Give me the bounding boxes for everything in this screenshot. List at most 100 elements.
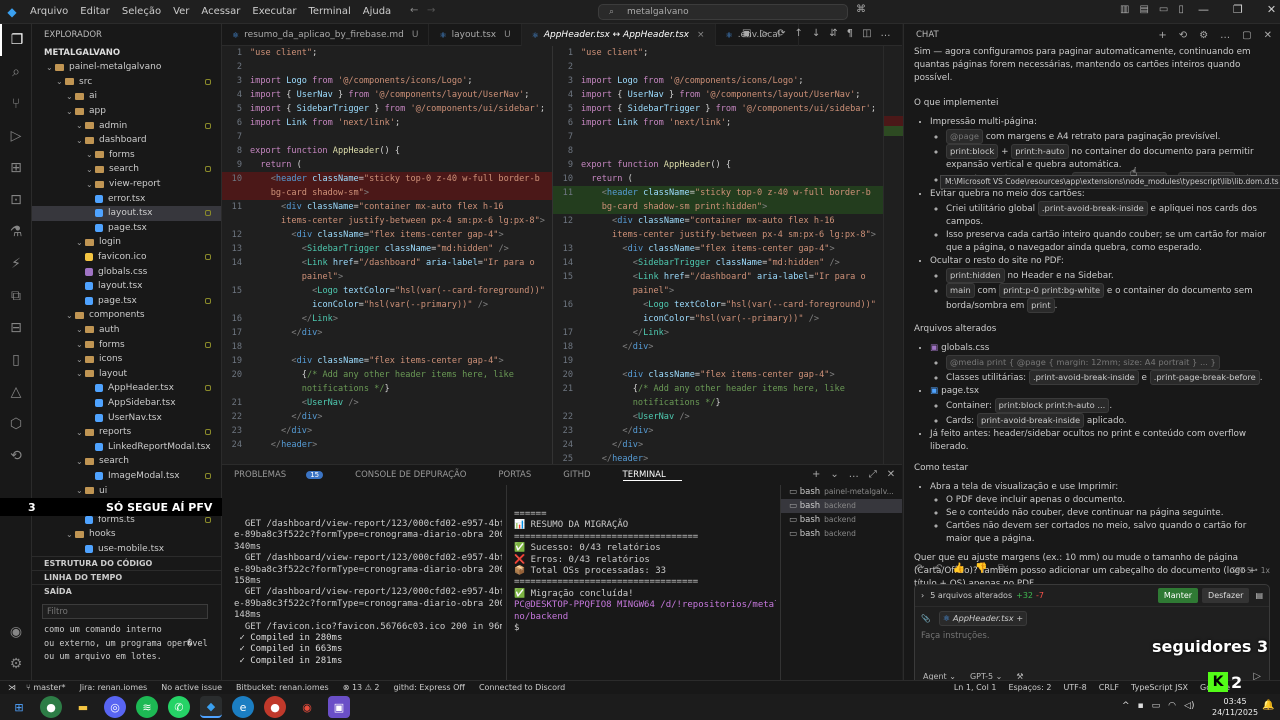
tree-file[interactable]: UserNav.tsx <box>32 410 221 425</box>
tree-folder[interactable]: ⌄ admin <box>32 118 221 133</box>
tree-folder[interactable]: ⌄ reports <box>32 425 221 440</box>
editor-tab[interactable]: ⚛ AppHeader.tsx ↔ AppHeader.tsx × <box>521 24 716 46</box>
tree-folder[interactable]: ⌄ app <box>32 104 221 119</box>
clock[interactable]: 03:45 24/11/2025 <box>1212 696 1258 718</box>
minimize-icon[interactable]: — <box>1198 3 1209 16</box>
chrome-2-icon[interactable]: ● <box>264 696 286 718</box>
windows-start-icon[interactable]: ⊞ <box>8 696 30 718</box>
remote-icon[interactable]: ⊡ <box>0 184 32 216</box>
undo-icon[interactable]: ↶ <box>934 562 942 575</box>
tree-folder[interactable]: ⌄ search <box>32 454 221 469</box>
extensions-icon[interactable]: ⊞ <box>0 152 32 184</box>
expand-chevron-icon[interactable]: › <box>921 589 924 602</box>
spotify-icon[interactable]: ≋ <box>136 696 158 718</box>
layout-sidebar-icon[interactable]: ▥ <box>1120 4 1129 15</box>
gitlens-icon[interactable]: ⬡ <box>0 408 32 440</box>
tree-file[interactable]: use-mobile.tsx <box>32 542 221 557</box>
timeline-icon[interactable]: ⟳ <box>777 28 785 39</box>
panel-tab[interactable]: GITHD <box>563 470 606 480</box>
close-window-icon[interactable]: ✕ <box>1267 3 1276 16</box>
panel-tab[interactable]: PORTAS <box>498 470 547 480</box>
menu-item[interactable]: Ver <box>173 6 189 17</box>
diff-modified-pane[interactable]: 1 "use client"; 2 3 import Logo from '@/comp… <box>553 46 883 464</box>
next-change-icon[interactable]: ↓ <box>812 28 820 39</box>
whatsapp-icon[interactable]: ✆ <box>168 696 190 718</box>
bitbucket[interactable]: Bitbucket: renan.iomes <box>236 683 329 692</box>
tree-folder[interactable]: ⌄ ai <box>32 89 221 104</box>
editor-tab[interactable]: ⚛ layout.tsx U <box>429 24 522 46</box>
menu-item[interactable]: Executar <box>252 6 296 17</box>
output-filter-input[interactable] <box>43 605 207 618</box>
menu-item[interactable]: Acessar <box>201 6 240 17</box>
menu-item[interactable]: Ajuda <box>363 6 391 17</box>
githd[interactable]: githd: Express Off <box>394 683 465 692</box>
issue[interactable]: No active issue <box>161 683 222 692</box>
notification-icon[interactable]: 🔔 <box>1262 700 1274 711</box>
indentation[interactable]: Espaços: 2 <box>1008 683 1051 692</box>
tab-badge[interactable]: U <box>504 30 511 40</box>
tree-file[interactable]: globals.css <box>32 264 221 279</box>
explorer-root[interactable]: METALGALVANO <box>32 46 221 60</box>
open-file-icon[interactable]: ¶ <box>847 28 853 39</box>
close-panel-icon[interactable]: ✕ <box>887 469 895 480</box>
tree-folder[interactable]: ⌄ dashboard <box>32 133 221 148</box>
tree-folder[interactable]: ⌄ painel-metalgalvano <box>32 60 221 75</box>
diff-original-pane[interactable]: 1 "use client"; 2 3 import Logo from '@/comp… <box>222 46 552 464</box>
docker-icon[interactable]: ⧉ <box>0 280 32 312</box>
terminal-instance[interactable]: ▭ bash backend <box>781 513 902 527</box>
tree-file[interactable]: LinkedReportModal.tsx <box>32 439 221 454</box>
retry-icon[interactable]: ⟳ <box>916 562 924 575</box>
source-control-icon[interactable]: ⑂ <box>0 88 32 120</box>
tree-folder[interactable]: ⌄ hooks <box>32 527 221 542</box>
more-icon[interactable]: … <box>1220 29 1230 42</box>
tab-badge[interactable]: × <box>697 30 705 40</box>
manage-gear-icon[interactable]: ⚙ <box>0 648 32 680</box>
terminal-right[interactable]: ====== 📊 RESUMO DA MIGRAÇÃO ==============… <box>514 509 776 681</box>
problems[interactable]: ⊗ 13 ⚠ 2 <box>343 683 380 692</box>
tray-arrow-icon[interactable]: ^ <box>1122 701 1130 711</box>
wifi-icon[interactable]: ◠ <box>1168 701 1176 711</box>
tree-folder[interactable]: ⌄ search <box>32 162 221 177</box>
panel-tab[interactable]: CONSOLE DE DEPURAÇÃO <box>355 470 482 480</box>
run-debug-icon[interactable]: ▷ <box>0 120 32 152</box>
tree-folder[interactable]: ⌄ layout <box>32 366 221 381</box>
encoding[interactable]: UTF-8 <box>1063 683 1086 692</box>
more-icon[interactable]: … <box>849 469 859 480</box>
search-icon[interactable]: ⌕ <box>0 56 32 88</box>
tree-folder[interactable]: ⌄ view-report <box>32 177 221 192</box>
tree-folder[interactable]: ⌄ login <box>32 235 221 250</box>
cursor-position[interactable]: Ln 1, Col 1 <box>954 683 997 692</box>
new-chat-icon[interactable]: + <box>1158 29 1166 42</box>
tree-folder[interactable]: ⌄ auth <box>32 323 221 338</box>
testing-icon[interactable]: ⚗ <box>0 216 32 248</box>
attachment-chip[interactable]: ⚛ AppHeader.tsx + <box>938 611 1028 626</box>
tree-folder[interactable]: ⌄ ui <box>32 483 221 498</box>
tree-file[interactable]: page.tsx <box>32 294 221 309</box>
tree-file[interactable]: favicon.ico <box>32 250 221 265</box>
editor-tab[interactable]: ⚛ resumo_da_aplicao_by_firebase.md U <box>222 24 430 46</box>
tree-file[interactable]: error.tsx <box>32 191 221 206</box>
tree-folder[interactable]: ⌄ src <box>32 75 221 90</box>
tree-folder[interactable]: ⌄ icons <box>32 352 221 367</box>
database-icon[interactable]: ⊟ <box>0 312 32 344</box>
tab-badge[interactable]: U <box>412 30 419 40</box>
layout-aux-icon[interactable]: ▯ <box>1178 4 1184 15</box>
diff-icon[interactable]: ▤ <box>1255 589 1263 602</box>
close-icon[interactable]: ✕ <box>1264 29 1272 42</box>
thumbs-up-icon[interactable]: 👍 <box>953 562 965 575</box>
edge-icon[interactable]: e <box>232 696 254 718</box>
undo-button[interactable]: Desfazer <box>1202 588 1250 603</box>
maximize-panel-icon[interactable]: ⤢ <box>869 469 877 480</box>
notebook-icon[interactable]: ▯ <box>0 344 32 376</box>
file-explorer-icon[interactable]: ▬ <box>72 696 94 718</box>
terminal-instance[interactable]: ▭ bash backend <box>781 499 902 513</box>
copilot-icon[interactable]: ⌘ <box>856 4 866 15</box>
editor-scrollbar[interactable] <box>883 46 903 464</box>
branch[interactable]: ⑂ master* <box>26 683 66 692</box>
new-terminal-icon[interactable]: + <box>812 469 820 480</box>
run-icon[interactable]: ▷ <box>760 28 768 39</box>
attach-icon[interactable]: 📎 <box>921 614 930 623</box>
tree-file[interactable]: layout.tsx <box>32 279 221 294</box>
menu-item[interactable]: Arquivo <box>30 6 68 17</box>
battery-icon[interactable]: ▭ <box>1152 701 1161 711</box>
